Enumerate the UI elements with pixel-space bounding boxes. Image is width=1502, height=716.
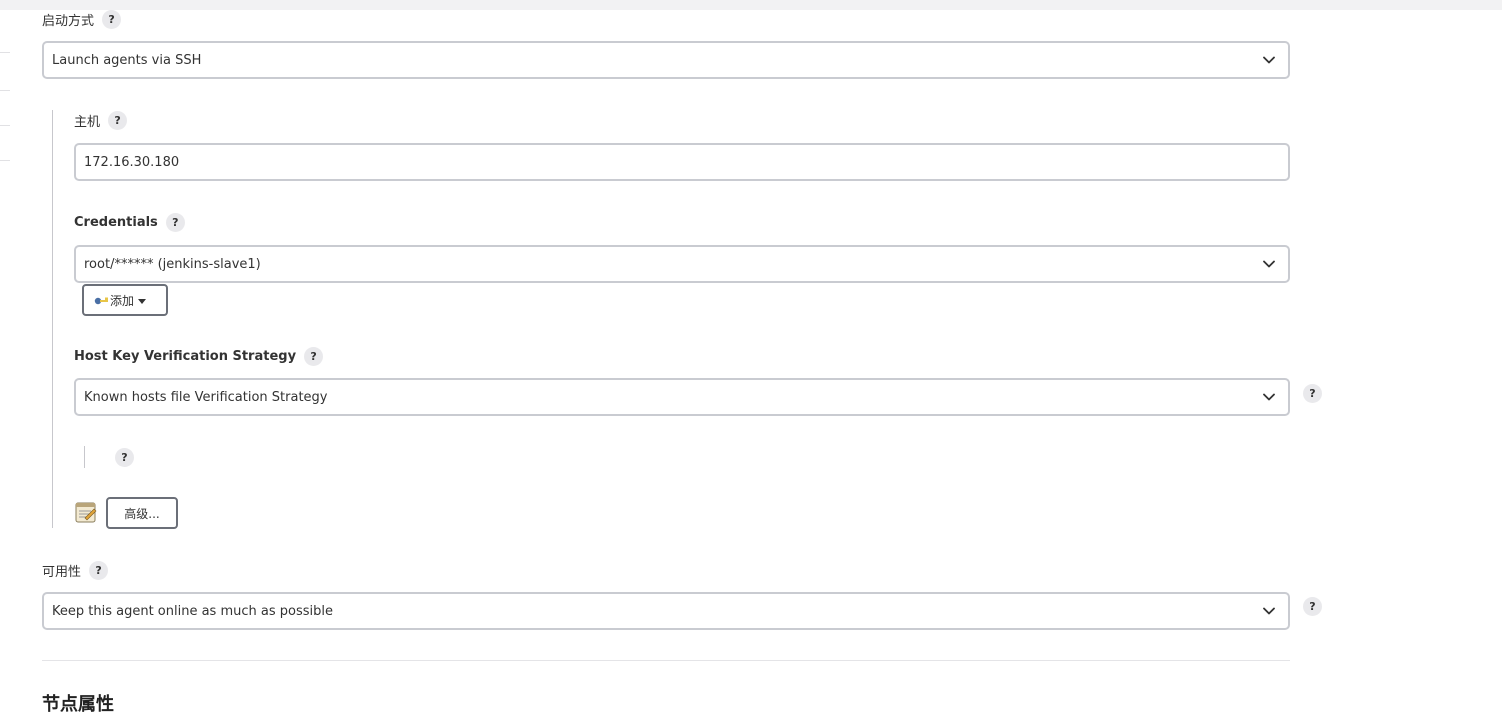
availability-label-text: 可用性 [42, 564, 82, 580]
key-icon [94, 295, 110, 305]
caret-down-icon [138, 293, 147, 307]
credentials-label-text: Credentials [74, 214, 158, 230]
advanced-button[interactable]: 高级... [106, 497, 178, 529]
chevron-down-icon [1262, 390, 1276, 404]
inner-block-border [84, 446, 85, 468]
host-key-select[interactable]: Known hosts file Verification Strategy [74, 378, 1290, 416]
chevron-down-icon [1262, 604, 1276, 618]
chevron-down-icon [1262, 53, 1276, 67]
credentials-value: root/****** (jenkins-slave1) [84, 256, 261, 272]
node-properties-heading: 节点属性 [42, 694, 114, 715]
host-key-label: Host Key Verification Strategy ? [74, 345, 324, 367]
add-credentials-label: 添加 [110, 293, 135, 308]
chevron-down-icon [1262, 257, 1276, 271]
help-icon[interactable]: ? [304, 346, 324, 366]
section-divider [42, 660, 1290, 661]
launch-method-label-text: 启动方式 [42, 13, 95, 29]
help-icon[interactable]: ? [115, 448, 134, 467]
help-icon[interactable]: ? [1303, 597, 1322, 616]
launch-method-value: Launch agents via SSH [52, 52, 202, 68]
host-label: 主机 ? [74, 109, 128, 131]
host-label-text: 主机 [74, 114, 101, 130]
availability-label: 可用性 ? [42, 559, 109, 581]
host-key-value: Known hosts file Verification Strategy [84, 389, 328, 405]
help-icon[interactable]: ? [1303, 384, 1322, 403]
host-input[interactable]: 172.16.30.180 [74, 143, 1290, 181]
availability-value: Keep this agent online as much as possib… [52, 603, 333, 619]
nested-block-border [52, 110, 53, 528]
help-icon[interactable]: ? [89, 560, 109, 580]
host-input-value: 172.16.30.180 [84, 154, 180, 170]
notepad-icon [75, 501, 97, 523]
credentials-select[interactable]: root/****** (jenkins-slave1) [74, 245, 1290, 283]
top-bar [0, 0, 1502, 10]
help-icon[interactable]: ? [165, 212, 185, 232]
host-key-label-text: Host Key Verification Strategy [74, 348, 297, 364]
credentials-label: Credentials ? [74, 211, 185, 233]
launch-method-label: 启动方式 ? [42, 8, 122, 30]
add-credentials-button[interactable]: 添加 [82, 284, 168, 316]
help-icon[interactable]: ? [102, 9, 122, 29]
help-icon[interactable]: ? [108, 110, 128, 130]
advanced-button-label: 高级... [124, 506, 160, 521]
launch-method-select[interactable]: Launch agents via SSH [42, 41, 1290, 79]
availability-select[interactable]: Keep this agent online as much as possib… [42, 592, 1290, 630]
